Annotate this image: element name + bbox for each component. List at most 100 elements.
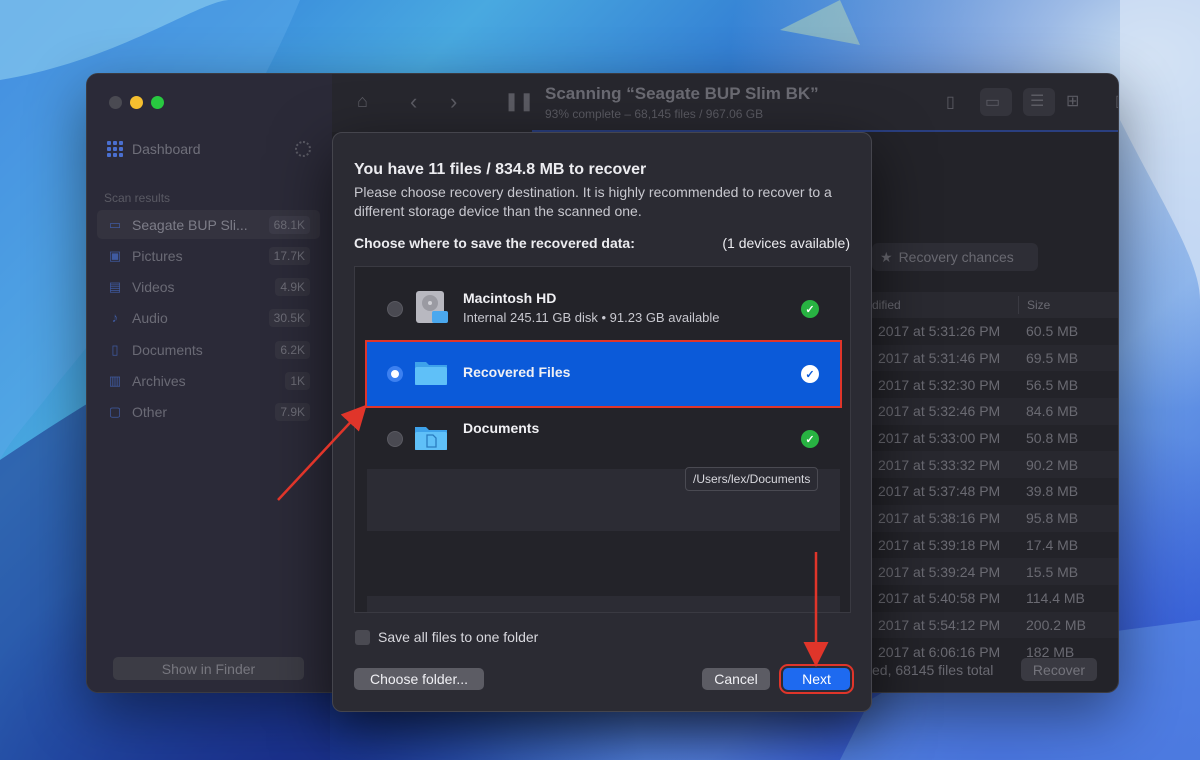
size-cell: 15.5 MB [1026,563,1079,580]
destination-recovered-files[interactable]: Recovered Files ✓ [365,340,842,408]
table-row[interactable]: 2017 at 5:33:00 PM 50.8 MB [872,425,1118,452]
table-row[interactable]: 2017 at 5:31:46 PM 69.5 MB [872,344,1118,372]
next-button[interactable]: Next [779,664,854,694]
close-window-button[interactable] [109,96,122,109]
videos-icon: ▤ [108,279,122,295]
choose-destination-label: Choose where to save the recovered data: [354,235,635,251]
hard-drive-icon [416,291,448,323]
drive-icon: ▭ [108,216,122,232]
save-all-option[interactable]: Save all files to one folder [355,629,538,645]
item-count: 68.1K [268,215,310,234]
size-cell: 39.8 MB [1026,483,1079,500]
modified-date-cell: 2017 at 5:37:48 PM [878,483,1001,500]
size-cell: 114.4 MB [1026,590,1085,607]
checkmark-icon: ✓ [801,365,819,383]
pause-icon[interactable]: ❚❚ [504,91,534,112]
size-cell: 84.6 MB [1026,403,1079,420]
destination-name: Recovered Files [463,364,571,380]
table-row[interactable]: 2017 at 5:54:12 PM 200.2 MB [872,611,1118,639]
cancel-button[interactable]: Cancel [702,668,770,690]
table-row[interactable]: 2017 at 5:32:30 PM 56.5 MB [872,371,1118,398]
sidebar-dashboard[interactable]: Dashboard [107,138,317,160]
column-size[interactable]: Size [1027,298,1050,312]
documents-icon: ▯ [111,341,119,357]
maximize-window-button[interactable] [151,96,164,109]
size-cell: 200.2 MB [1026,616,1086,633]
size-cell: 56.5 MB [1026,376,1079,393]
preview-pane-icon[interactable]: ◫ [1115,91,1118,111]
loading-spinner-icon [295,141,311,157]
choose-folder-button[interactable]: Choose folder... [354,668,484,690]
sidebar-item-seagate[interactable]: ▭ Seagate BUP Sli... 68.1K [97,210,320,239]
table-row[interactable]: 2017 at 5:32:46 PM 84.6 MB [872,398,1118,425]
file-icon[interactable]: ▯ [946,92,955,112]
save-all-label: Save all files to one folder [378,629,539,645]
sidebar: Dashboard Scan results ▭ Seagate BUP Sli… [87,74,332,692]
radio-button[interactable] [387,431,403,447]
recover-button[interactable]: Recover [1021,658,1097,681]
table-row[interactable]: 2017 at 5:33:32 PM 90.2 MB [872,451,1118,479]
column-modified[interactable]: dified [872,298,901,312]
sidebar-item-videos[interactable]: ▤ Videos 4.9K [97,273,320,302]
size-cell: 95.8 MB [1026,510,1079,527]
destination-macintosh-hd[interactable]: Macintosh HD Internal 245.11 GB disk • 9… [367,277,840,341]
sidebar-item-audio[interactable]: ♪ Audio 30.5K [97,304,320,333]
show-in-finder-button[interactable]: Show in Finder [113,657,304,680]
folder-icon: ▭ [985,94,1001,111]
save-all-checkbox[interactable] [355,629,370,645]
item-count: 17.7K [268,246,310,265]
table-row[interactable]: 2017 at 5:37:48 PM 39.8 MB [872,478,1118,505]
other-icon: ▢ [108,404,122,420]
modified-date-cell: 2017 at 5:54:12 PM [878,616,1001,633]
sidebar-item-other[interactable]: ▢ Other 7.9K [97,398,320,427]
dashboard-grid-icon [107,141,123,157]
table-row[interactable]: 2017 at 5:38:16 PM 95.8 MB [872,504,1118,532]
table-row[interactable]: 2017 at 5:31:26 PM 60.5 MB [872,318,1118,345]
destination-detail: Internal 245.11 GB disk • 91.23 GB avail… [463,310,720,325]
item-count: 1K [285,371,310,390]
dashboard-label: Dashboard [132,141,201,157]
modified-date-cell: 2017 at 5:31:46 PM [878,350,1001,367]
modified-date-cell: 2017 at 5:39:18 PM [878,536,1001,553]
size-cell: 90.2 MB [1026,456,1079,473]
minimize-window-button[interactable] [130,96,143,109]
table-row[interactable]: 2017 at 5:40:58 PM 114.4 MB [872,585,1118,612]
footer-status: ed, 68145 files total [872,662,994,678]
item-count: 30.5K [268,309,310,328]
item-count: 4.9K [275,278,310,297]
modified-date-cell: 2017 at 5:40:58 PM [878,590,1001,607]
modified-date-cell: 2017 at 5:39:24 PM [878,563,1001,580]
table-row[interactable]: 2017 at 5:39:18 PM 17.4 MB [872,532,1118,559]
sidebar-item-archives[interactable]: ▥ Archives 1K [97,366,320,395]
dialog-description: Please choose recovery destination. It i… [354,184,832,219]
destination-name: Macintosh HD [463,290,557,306]
forward-icon[interactable]: › [450,89,457,115]
size-cell: 69.5 MB [1026,350,1079,367]
table-row[interactable]: 2017 at 5:39:24 PM 15.5 MB [872,558,1118,585]
size-cell: 17.4 MB [1026,536,1079,553]
checkmark-icon: ✓ [801,300,819,318]
sidebar-item-pictures[interactable]: ▣ Pictures 17.7K [97,241,320,270]
item-count: 7.9K [275,403,310,422]
scan-title: Scanning “Seagate BUP Slim BK” [545,84,819,103]
recovery-chances-button[interactable]: ★ Recovery chances [872,243,1038,271]
radio-button[interactable] [387,366,403,382]
radio-button[interactable] [387,301,403,317]
sidebar-item-documents[interactable]: ▯ Documents 6.2K [97,335,320,364]
path-tooltip: /Users/lex/Documents [685,467,819,491]
modified-date-cell: 2017 at 5:38:16 PM [878,510,1001,527]
documents-folder-icon [415,427,447,450]
home-icon[interactable]: ⌂ [357,91,368,112]
audio-icon: ♪ [111,310,119,326]
destination-documents[interactable]: Documents ✓ [367,407,840,471]
dialog-title: You have 11 files / 834.8 MB to recover [354,161,647,178]
modified-date-cell: 2017 at 5:32:46 PM [878,403,1001,420]
checkmark-icon: ✓ [801,430,819,448]
devices-available-label: (1 devices available) [722,235,850,251]
back-icon[interactable]: ‹ [410,89,417,115]
window-controls [109,96,164,109]
table-header: dified Size [872,292,1118,318]
grid-view-icon[interactable]: ⊞ [1066,91,1079,111]
destination-list: Macintosh HD Internal 245.11 GB disk • 9… [354,266,851,613]
column-divider [1018,296,1019,314]
